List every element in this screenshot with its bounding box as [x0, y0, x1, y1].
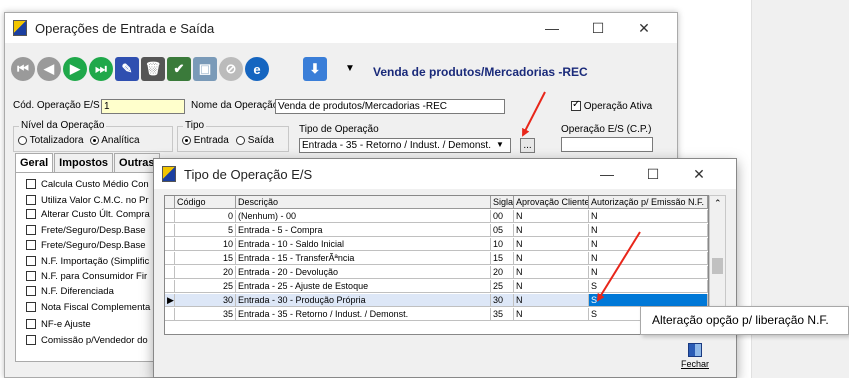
red-arrow-icon — [522, 91, 546, 137]
red-arrow-icon — [596, 231, 641, 302]
tooltip: Alteração opção p/ liberação N.F. — [640, 306, 849, 335]
